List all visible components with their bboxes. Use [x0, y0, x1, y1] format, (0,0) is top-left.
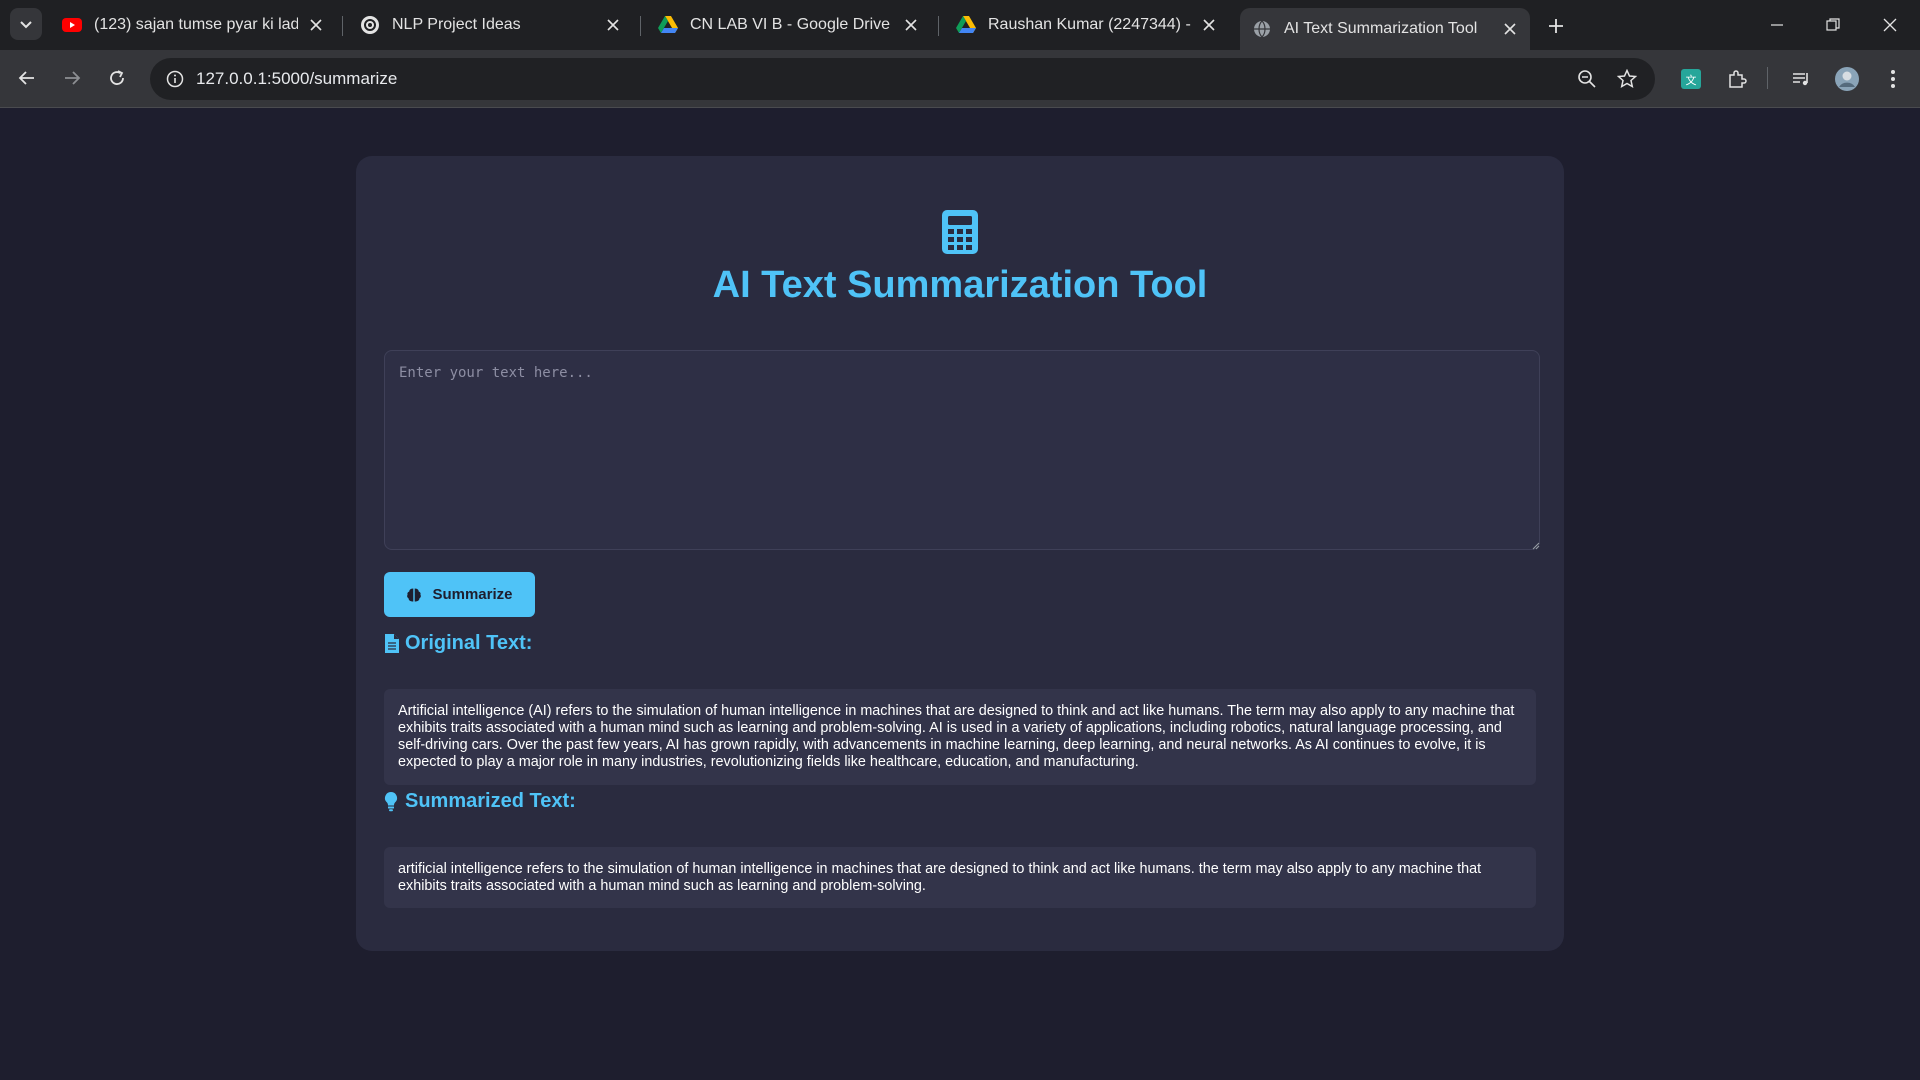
google-drive-icon [956, 15, 976, 35]
summarize-button-label: Summarize [432, 586, 513, 603]
forward-button[interactable] [55, 61, 89, 95]
media-queue-icon[interactable] [1784, 62, 1818, 96]
tab-cn-lab-drive[interactable]: CN LAB VI B - Google Drive [646, 8, 931, 42]
calculator-icon [942, 210, 978, 254]
minimize-button[interactable] [1757, 8, 1797, 42]
site-info-icon[interactable] [160, 64, 190, 94]
close-icon[interactable] [603, 15, 623, 35]
summarize-button[interactable]: Summarize [384, 572, 535, 617]
text-input[interactable] [384, 350, 1540, 550]
summarized-text-heading-label: Summarized Text: [405, 790, 576, 812]
plus-icon [1549, 19, 1563, 33]
tab-nlp-project-ideas[interactable]: NLP Project Ideas [348, 8, 633, 42]
reload-icon [110, 70, 124, 85]
summarized-text-box: artificial intelligence refers to the si… [384, 847, 1536, 908]
tab-title: (123) sajan tumse pyar ki ladai m [94, 16, 298, 33]
resize-handle-icon[interactable] [1530, 540, 1540, 550]
restore-icon [1826, 18, 1840, 31]
arrow-left-icon [18, 71, 34, 85]
original-text-box: Artificial intelligence (AI) refers to t… [384, 689, 1536, 785]
tab-title: AI Text Summarization Tool [1284, 20, 1478, 37]
reload-button[interactable] [100, 61, 134, 95]
menu-kebab-icon[interactable] [1876, 62, 1910, 96]
openai-icon [360, 15, 380, 35]
extensions-puzzle-icon[interactable] [1720, 62, 1754, 96]
address-bar[interactable]: 127.0.0.1:5000/summarize [150, 58, 1655, 100]
tab-ai-text-summarization[interactable]: AI Text Summarization Tool [1240, 8, 1530, 50]
tab-title: NLP Project Ideas [392, 16, 521, 33]
tab-separator [938, 16, 939, 36]
tab-youtube[interactable]: (123) sajan tumse pyar ki ladai m [50, 8, 336, 42]
back-button[interactable] [10, 61, 44, 95]
original-text-heading: Original Text: [384, 632, 532, 655]
bookmark-star-icon[interactable] [1613, 65, 1641, 93]
browser-toolbar: 127.0.0.1:5000/summarize 文 [0, 50, 1920, 108]
page-title: AI Text Summarization Tool [712, 264, 1208, 306]
original-text-heading-label: Original Text: [405, 632, 533, 654]
file-icon [384, 633, 400, 655]
close-window-button[interactable] [1870, 8, 1910, 42]
minimize-icon [1771, 24, 1783, 26]
url-text[interactable]: 127.0.0.1:5000/summarize [196, 69, 397, 89]
restore-button[interactable] [1813, 8, 1853, 42]
chevron-down-icon [20, 21, 32, 29]
close-icon[interactable] [1500, 19, 1520, 39]
youtube-icon [62, 15, 82, 35]
tab-separator [342, 16, 343, 36]
arrow-right-icon [65, 71, 81, 85]
page-viewport: AI Text Summarization Tool Summarize Ori… [0, 109, 1920, 1080]
globe-icon [1252, 19, 1272, 39]
tab-raushan-drive[interactable]: Raushan Kumar (2247344) - Goo [944, 8, 1229, 42]
tab-title: Raushan Kumar (2247344) - Goo [988, 16, 1191, 33]
extension-translate-icon[interactable]: 文 [1674, 62, 1708, 96]
svg-text:文: 文 [1686, 73, 1697, 87]
toolbar-divider [1767, 67, 1768, 89]
close-icon[interactable] [1199, 15, 1219, 35]
profile-avatar-icon[interactable] [1830, 62, 1864, 96]
tab-search-button[interactable] [10, 8, 42, 40]
browser-tab-strip: (123) sajan tumse pyar ki ladai m NLP Pr… [0, 0, 1920, 50]
google-drive-icon [658, 15, 678, 35]
tab-separator [640, 16, 641, 36]
close-icon[interactable] [306, 15, 326, 35]
summarizer-card: AI Text Summarization Tool Summarize Ori… [356, 156, 1564, 951]
brain-icon [406, 587, 422, 603]
zoom-icon[interactable] [1573, 65, 1601, 93]
close-icon[interactable] [901, 15, 921, 35]
new-tab-button[interactable] [1542, 12, 1570, 40]
lightbulb-icon [384, 791, 400, 813]
summarized-text-heading: Summarized Text: [384, 790, 576, 813]
tab-title: CN LAB VI B - Google Drive [690, 16, 891, 33]
close-icon [1883, 18, 1897, 32]
